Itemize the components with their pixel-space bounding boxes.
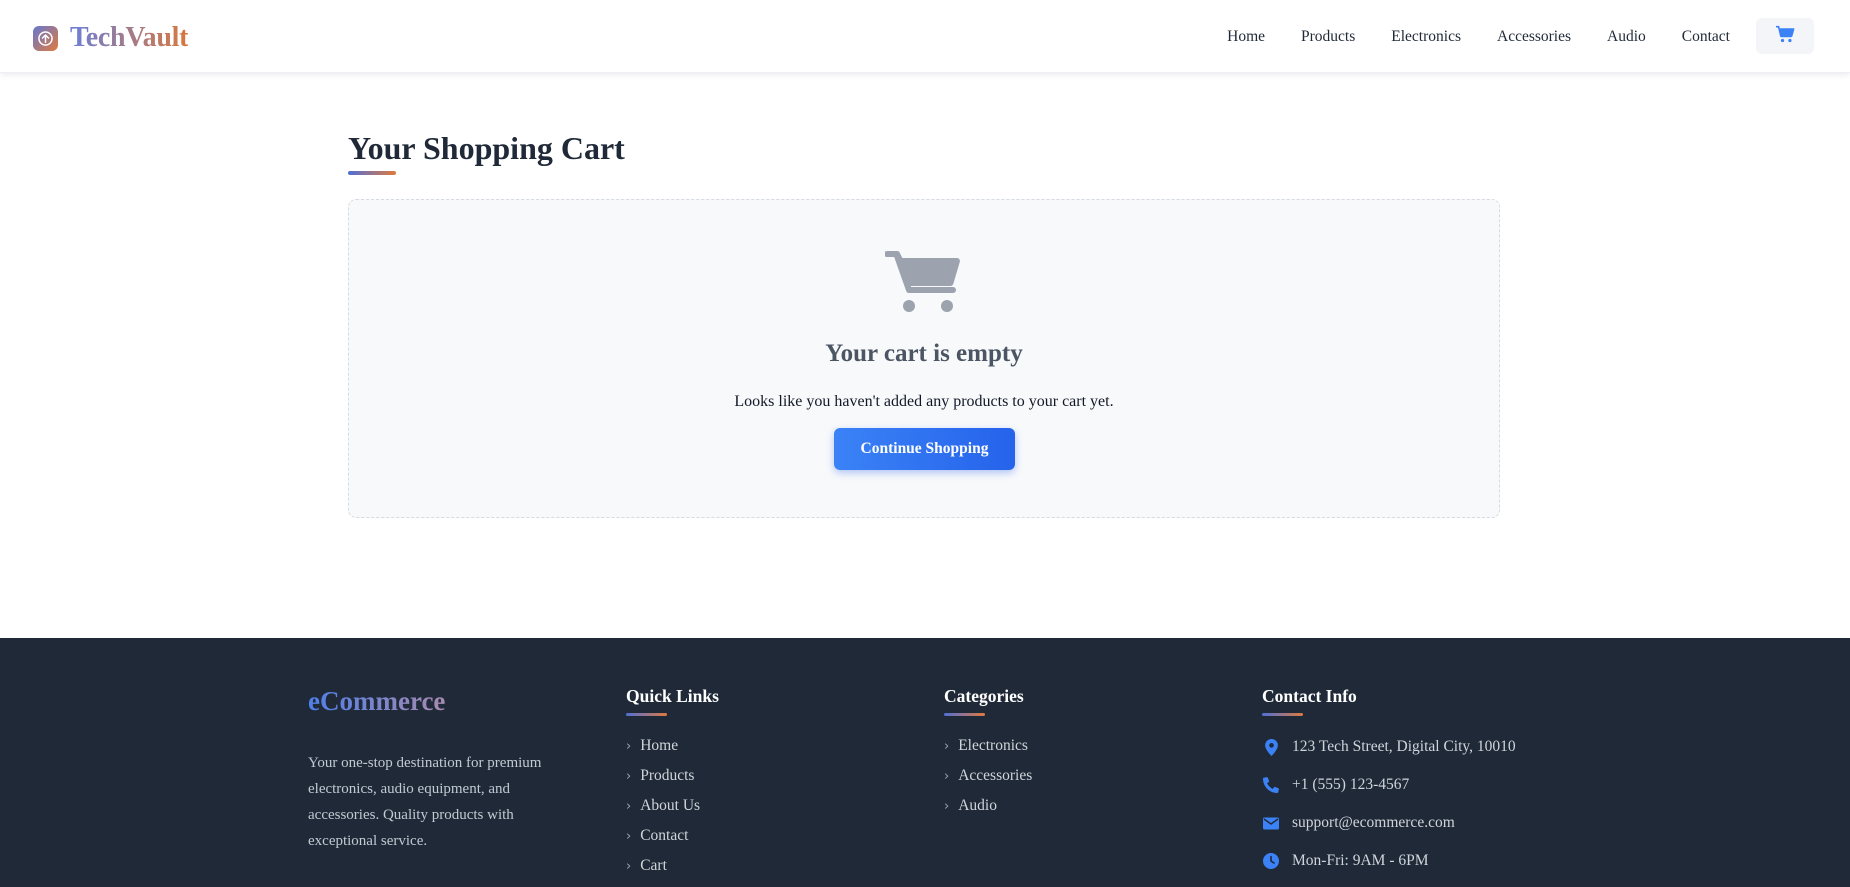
empty-cart-title: Your cart is empty [825,340,1023,367]
footer-link-label: Products [640,767,695,784]
shopping-cart-icon [1775,25,1795,48]
contact-address: 123 Tech Street, Digital City, 10010 [1262,728,1516,766]
heading-underline [944,713,985,716]
footer-link-products[interactable]: › Products [626,761,719,791]
title-underline [348,171,396,175]
chevron-right-icon: › [944,798,950,814]
chevron-right-icon: › [626,858,632,874]
categories-list: › Electronics › Accessories › Audio [944,731,1032,821]
quick-links-list: › Home › Products › About Us › Contact › Cart [626,731,719,881]
contact-hours-text: Mon-Fri: 9AM - 6PM [1292,852,1429,869]
nav-contact[interactable]: Contact [1682,28,1730,46]
upload-arrow-icon [33,25,58,51]
cart-button[interactable] [1756,18,1814,54]
empty-cart-panel: Your cart is empty Looks like you haven'… [348,199,1500,518]
nav-audio[interactable]: Audio [1607,28,1646,46]
footer-link-contact[interactable]: › Contact [626,821,719,851]
footer-category-accessories[interactable]: › Accessories [944,761,1032,791]
nav-home[interactable]: Home [1227,28,1265,46]
footer-link-cart[interactable]: › Cart [626,851,719,881]
footer-link-label: Audio [958,797,997,814]
contact-email-text: support@ecommerce.com [1292,814,1455,831]
contact-phone-text: +1 (555) 123-4567 [1292,776,1410,793]
footer-category-electronics[interactable]: › Electronics [944,731,1032,761]
chevron-right-icon: › [944,768,950,784]
clock-icon [1262,852,1280,870]
heading-underline [626,713,667,716]
footer-link-about[interactable]: › About Us [626,791,719,821]
brand-name: TechVault [70,22,189,53]
contact-phone[interactable]: +1 (555) 123-4567 [1262,766,1516,804]
footer-description: Your one-stop destination for premium el… [308,755,542,849]
chevron-right-icon: › [626,798,632,814]
site-header: TechVault Home Products Electronics Acce… [0,0,1850,73]
continue-shopping-button[interactable]: Continue Shopping [834,428,1015,470]
categories-column: Categories › Electronics › Accessories › Au… [944,686,1032,821]
contact-hours: Mon-Fri: 9AM - 6PM [1262,842,1516,880]
footer-link-label: About Us [640,797,701,814]
heading-underline [1262,713,1303,716]
nav-electronics[interactable]: Electronics [1391,28,1461,46]
categories-heading: Categories [944,686,1024,706]
footer-link-label: Electronics [958,737,1028,754]
footer-link-label: Accessories [958,767,1033,784]
contact-list: 123 Tech Street, Digital City, 10010 +1 … [1262,728,1516,880]
shopping-cart-icon [884,248,961,319]
footer-link-label: Contact [640,827,689,844]
footer-category-audio[interactable]: › Audio [944,791,1032,821]
chevron-right-icon: › [626,828,632,844]
chevron-right-icon: › [626,738,632,754]
footer-link-label: Cart [640,857,667,874]
site-footer: eCommerce Your one-stop destination for … [0,638,1850,887]
footer-link-label: Home [640,737,679,754]
chevron-right-icon: › [626,768,632,784]
logo[interactable]: TechVault [33,22,188,54]
footer-link-home[interactable]: › Home [626,731,719,761]
main-nav: Home Products Electronics Accessories Au… [1227,0,1730,73]
contact-heading: Contact Info [1262,686,1357,706]
footer-brand[interactable]: eCommerce [308,686,445,717]
contact-email[interactable]: support@ecommerce.com [1262,804,1516,842]
page-title: Your Shopping Cart [348,130,625,166]
envelope-icon [1262,814,1280,832]
phone-icon [1262,776,1280,794]
contact-address-text: 123 Tech Street, Digital City, 10010 [1292,738,1516,755]
empty-cart-message: Looks like you haven't added any product… [734,393,1114,410]
nav-accessories[interactable]: Accessories [1497,28,1571,46]
nav-products[interactable]: Products [1301,28,1355,46]
contact-column: Contact Info 123 Tech Street, Digital Ci… [1262,686,1516,880]
chevron-right-icon: › [944,738,950,754]
map-pin-icon [1262,738,1280,756]
quick-links-heading: Quick Links [626,686,719,706]
quick-links-column: Quick Links › Home › Products › About Us › C… [626,686,719,881]
